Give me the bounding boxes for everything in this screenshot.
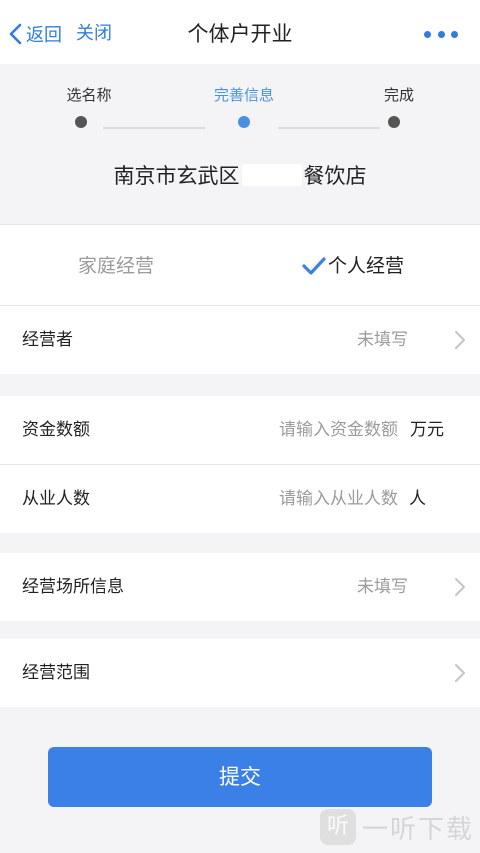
- shop-name-suffix: 餐饮店: [303, 164, 367, 188]
- step-dot: [75, 116, 87, 128]
- premises-label: 经营场所信息: [22, 577, 124, 597]
- shop-name: 南京市玄武区 餐饮店: [0, 160, 480, 190]
- step-connector: [103, 127, 205, 129]
- employees-input[interactable]: [218, 487, 398, 511]
- option-family-business[interactable]: 家庭经营: [78, 225, 154, 307]
- business-type-selector: 家庭经营 个人经营: [0, 224, 480, 306]
- back-button[interactable]: 返回: [8, 18, 62, 50]
- step-label-done: 完成: [383, 86, 414, 104]
- capital-label: 资金数额: [22, 420, 90, 440]
- more-options-icon[interactable]: [424, 24, 458, 44]
- nav-bar: 返回 关闭 个体户开业: [0, 0, 480, 64]
- employees-unit: 人: [409, 489, 426, 509]
- step-label-name: 选名称: [66, 86, 112, 104]
- scope-label: 经营范围: [22, 663, 90, 683]
- premises-row[interactable]: 经营场所信息 未填写: [0, 553, 480, 621]
- watermark-text: 一听下载: [361, 814, 474, 845]
- watermark: 听 一听下载: [319, 807, 474, 847]
- step-label-info: 完善信息: [213, 86, 274, 104]
- chevron-right-icon: [455, 664, 465, 682]
- close-button[interactable]: 关闭: [76, 18, 112, 50]
- more-dot: [424, 30, 431, 38]
- more-dot: [451, 30, 458, 38]
- chevron-right-icon: [455, 331, 465, 349]
- watermark-logo-icon: 听: [319, 809, 356, 845]
- chevron-right-icon: [455, 578, 465, 596]
- employees-label: 从业人数: [22, 489, 90, 509]
- step-dot-active: [238, 116, 250, 128]
- chevron-left-icon: [9, 23, 22, 45]
- scope-row[interactable]: 经营范围: [0, 639, 480, 707]
- page-title: 个体户开业: [187, 22, 293, 46]
- operator-row[interactable]: 经营者 未填写: [0, 306, 480, 374]
- capital-unit: 万元: [410, 420, 444, 440]
- step-connector: [278, 127, 380, 129]
- capital-row: 资金数额 万元: [0, 396, 480, 464]
- premises-value: 未填写: [357, 577, 408, 597]
- operator-label: 经营者: [22, 330, 73, 350]
- capital-input[interactable]: [218, 418, 398, 442]
- redaction-mask: [241, 164, 302, 186]
- operator-value: 未填写: [357, 330, 408, 350]
- progress-steps: 选名称 完善信息 完成 南京市玄武区 餐饮店: [0, 64, 480, 222]
- option-personal-business[interactable]: 个人经营: [302, 225, 404, 307]
- employees-row: 从业人数 人: [0, 465, 480, 533]
- shop-name-prefix: 南京市玄武区: [113, 164, 240, 188]
- more-dot: [437, 30, 445, 38]
- option-personal-label: 个人经营: [328, 255, 405, 277]
- step-dot: [388, 116, 400, 128]
- submit-button[interactable]: 提交: [48, 747, 432, 807]
- checkmark-icon: [302, 257, 326, 275]
- back-label: 返回: [26, 25, 62, 46]
